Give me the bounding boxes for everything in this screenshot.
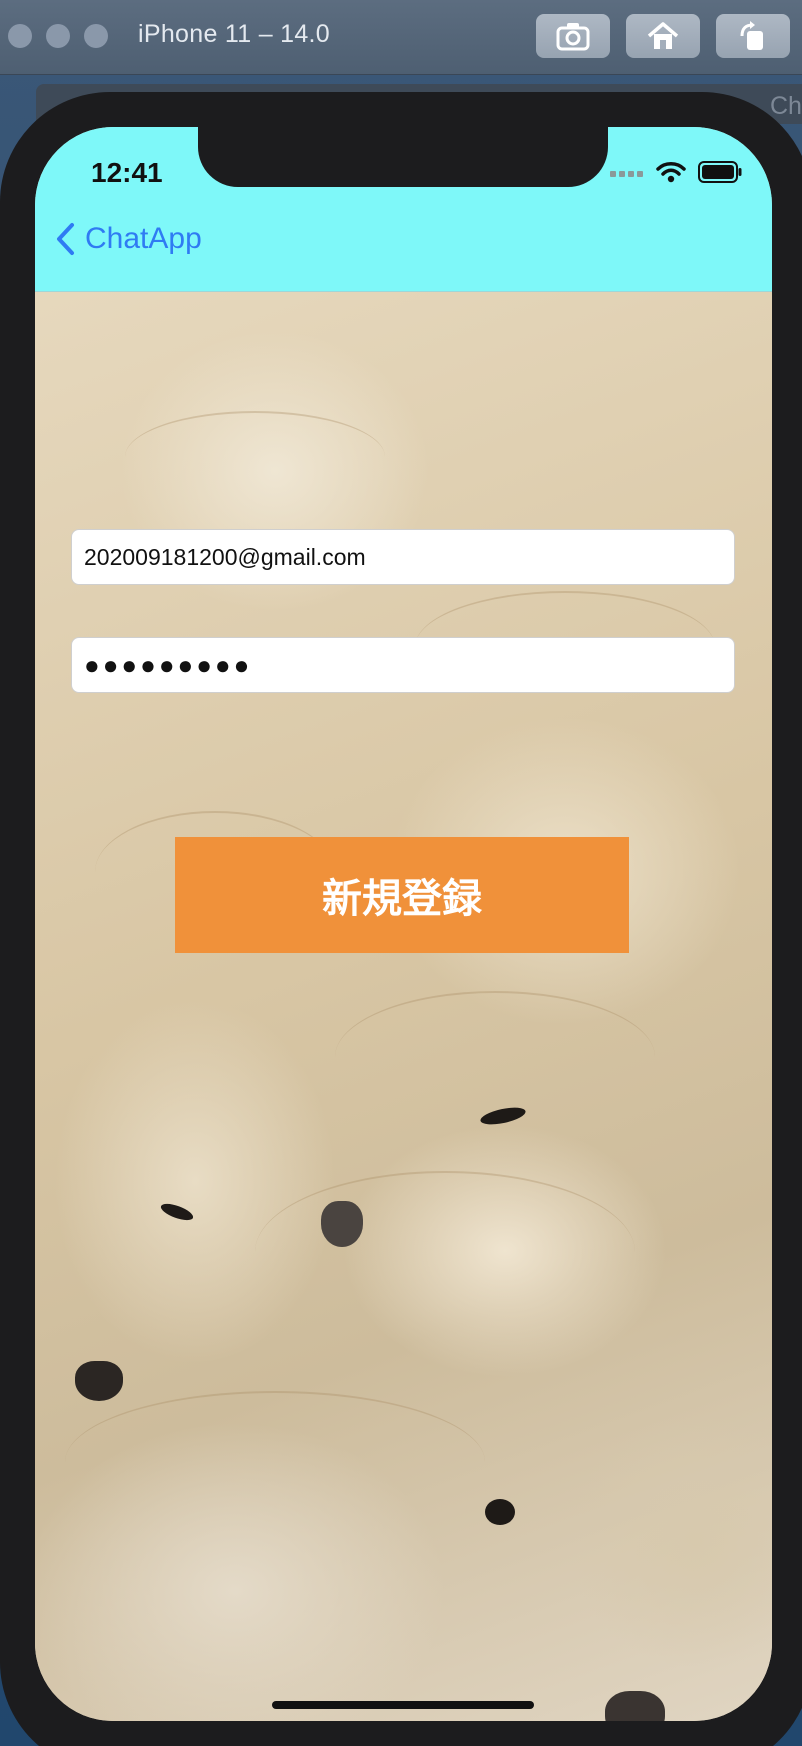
fur-detail xyxy=(335,991,655,1123)
register-button[interactable]: 新規登録 xyxy=(175,837,629,953)
cellular-signal-icon xyxy=(610,171,643,177)
device-notch xyxy=(198,127,608,187)
puppy-eye xyxy=(485,1499,515,1525)
rotate-button[interactable] xyxy=(716,14,790,58)
status-time: 12:41 xyxy=(91,157,163,188)
status-icons xyxy=(610,161,742,183)
close-window-button[interactable] xyxy=(8,24,32,48)
screenshot-icon xyxy=(556,23,590,51)
puppy-nose xyxy=(321,1201,363,1247)
simulator-title: iPhone 11 – 14.0 xyxy=(138,20,330,48)
fur-detail xyxy=(255,1171,635,1333)
screenshot-button[interactable] xyxy=(536,14,610,58)
fur-detail xyxy=(125,411,385,503)
password-field[interactable] xyxy=(71,637,735,693)
desktop-background: iPhone 11 – 14.0 Ch 12:41 ChatApp 202009… xyxy=(0,0,802,1746)
simulator-title-bar: iPhone 11 – 14.0 xyxy=(0,0,802,75)
fur-detail xyxy=(65,1391,485,1533)
battery-icon xyxy=(698,161,742,183)
minimize-window-button[interactable] xyxy=(46,24,70,48)
puppy-nose xyxy=(605,1691,665,1721)
chevron-left-icon xyxy=(57,223,74,255)
background-window-label: Ch xyxy=(770,92,802,120)
puppy-nose xyxy=(75,1361,123,1401)
back-button-label: ChatApp xyxy=(85,222,202,255)
home-button[interactable] xyxy=(626,14,700,58)
puppy-eye xyxy=(158,1200,196,1224)
puppies-background-image xyxy=(35,291,772,1721)
back-button[interactable]: ChatApp xyxy=(55,222,202,256)
wifi-icon xyxy=(656,162,686,183)
app-screen: 12:41 ChatApp 202009181200@gmail.com ●●●… xyxy=(35,127,772,1721)
rotate-icon xyxy=(740,21,763,50)
home-indicator xyxy=(272,1701,534,1709)
zoom-window-button[interactable] xyxy=(84,24,108,48)
home-icon xyxy=(647,22,679,49)
email-field[interactable] xyxy=(71,529,735,585)
